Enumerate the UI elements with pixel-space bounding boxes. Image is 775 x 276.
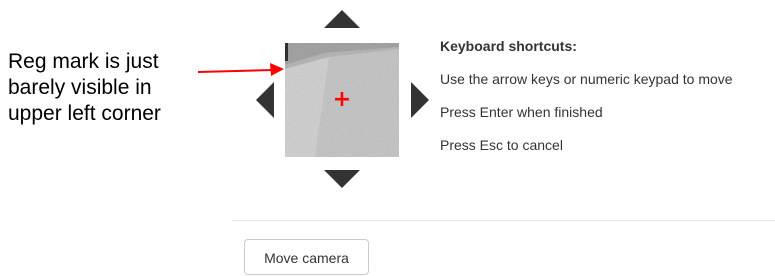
shortcuts-panel: Keyboard shortcuts: Use the arrow keys o…	[440, 36, 775, 155]
jog-right-button[interactable]	[409, 80, 431, 120]
jog-up-button[interactable]	[322, 8, 362, 30]
jog-down-button[interactable]	[322, 168, 362, 190]
triangle-down-icon	[324, 170, 360, 188]
camera-view: +	[285, 43, 399, 157]
shortcut-line-esc: Press Esc to cancel	[440, 137, 563, 153]
shortcut-line-enter: Press Enter when finished	[440, 104, 603, 120]
crosshair-icon: +	[332, 87, 352, 112]
annotation-text: Reg mark is just barely visible in upper…	[8, 50, 161, 125]
triangle-up-icon	[324, 10, 360, 28]
move-camera-button[interactable]: Move camera	[244, 239, 369, 275]
shortcuts-title: Keyboard shortcuts:	[440, 38, 577, 54]
jog-left-button[interactable]	[254, 80, 276, 120]
divider	[232, 220, 775, 221]
shortcut-line-move: Use the arrow keys or numeric keypad to …	[440, 71, 733, 87]
annotation-arrow-icon	[197, 63, 284, 76]
triangle-right-icon	[411, 82, 429, 118]
triangle-left-icon	[256, 82, 274, 118]
